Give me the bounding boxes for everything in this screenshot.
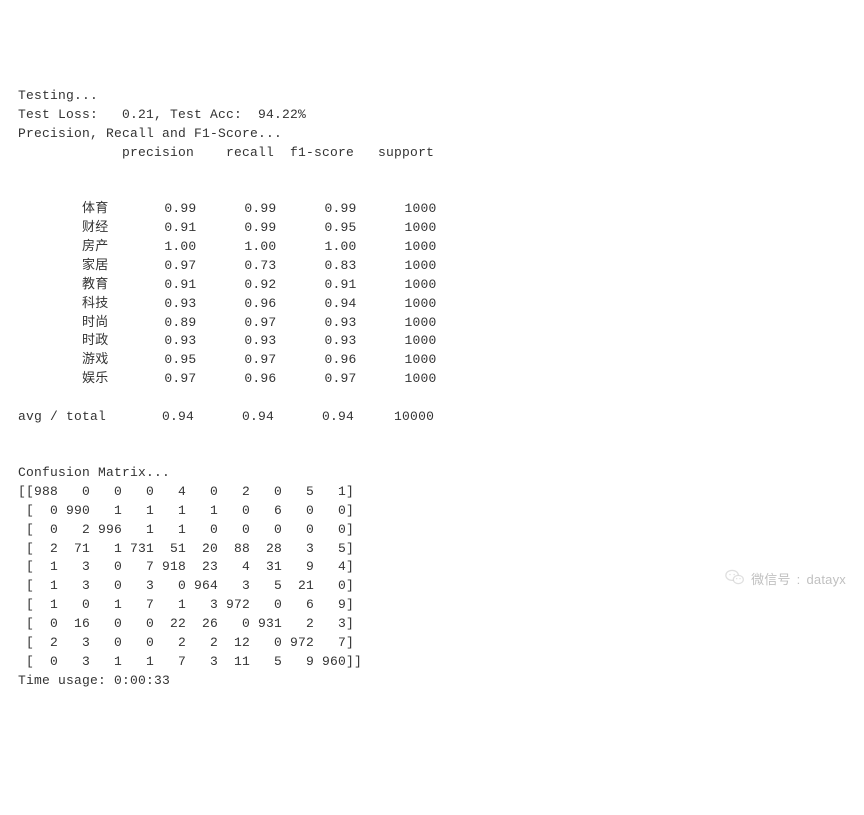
time-usage: Time usage: 0:00:33 [18,673,170,688]
classification-report: 体育 0.99 0.99 0.99 1000 财经 0.91 0.99 0.95… [18,201,436,386]
testing-line: Testing... [18,88,98,103]
watermark-value: datayx [806,571,846,590]
precision-header: Precision, Recall and F1-Score... [18,126,282,141]
wechat-icon [725,568,745,592]
avg-total-row: avg / total 0.94 0.94 0.94 10000 [18,409,434,424]
confusion-header: Confusion Matrix... [18,465,170,480]
watermark-sep: : [797,571,801,590]
confusion-matrix: [[988 0 0 0 4 0 2 0 5 1] [ 0 990 1 1 1 1… [18,484,362,669]
watermark-label: 微信号 [751,571,791,590]
test-loss-line: Test Loss: 0.21, Test Acc: 94.22% [18,107,306,122]
watermark: 微信号: datayx [725,568,846,592]
report-column-header: precision recall f1-score support [18,145,434,160]
